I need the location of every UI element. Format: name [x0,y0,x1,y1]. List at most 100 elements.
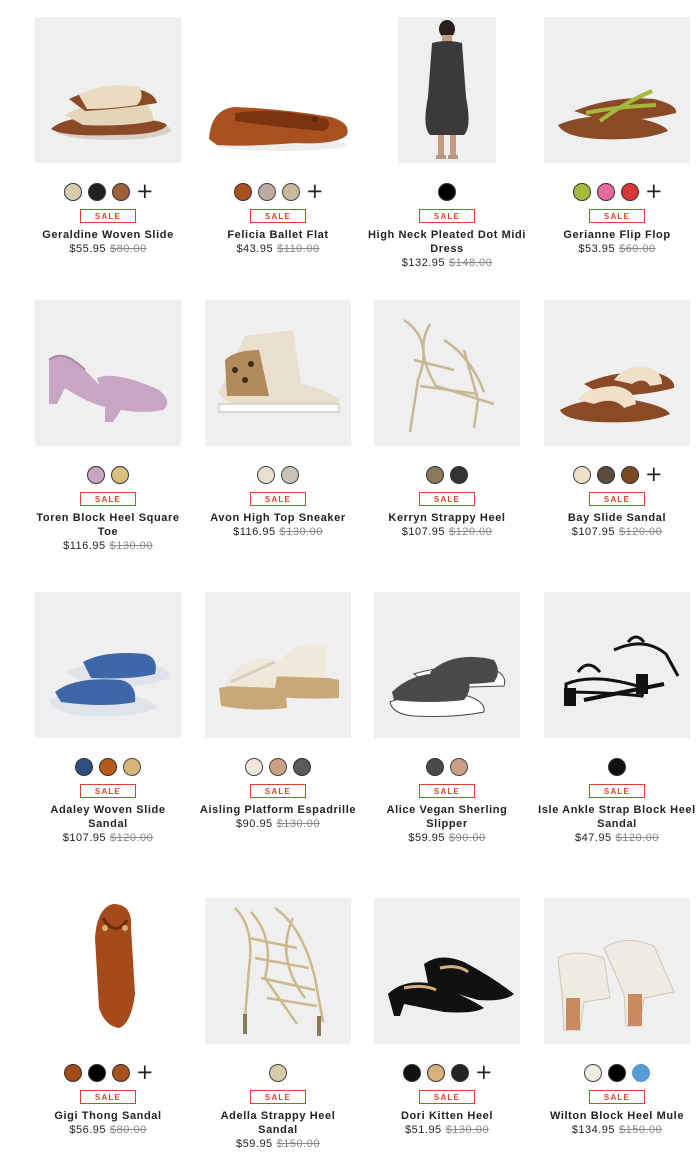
color-swatch[interactable] [111,466,129,484]
color-swatch[interactable] [64,183,82,201]
color-swatch[interactable] [112,183,130,201]
product-image[interactable] [205,898,351,1044]
product-name[interactable]: Gigi Thong Sandal [23,1109,193,1123]
color-swatch[interactable] [269,1064,287,1082]
color-swatch[interactable] [608,758,626,776]
sale-price: $107.95 [62,832,106,844]
product-image[interactable] [374,300,520,446]
product-image[interactable] [35,300,181,446]
color-swatch[interactable] [426,466,444,484]
color-swatch[interactable] [450,758,468,776]
color-swatch[interactable] [426,758,444,776]
color-swatch[interactable] [438,183,456,201]
product-name[interactable]: Felicia Ballet Flat [193,228,363,242]
product-card[interactable]: SALE High Neck Pleated Dot Midi Dress $1… [362,17,532,270]
product-card[interactable]: SALE Kerryn Strappy Heel $107.95 $120.00 [362,300,532,539]
sale-price: $47.95 [575,832,612,844]
color-swatch[interactable] [99,758,117,776]
product-image[interactable] [205,17,351,163]
product-image[interactable] [35,898,181,1044]
color-swatch[interactable] [608,1064,626,1082]
product-card[interactable]: SALE Aisling Platform Espadrille $90.95 $… [193,592,363,831]
product-name[interactable]: Avon High Top Sneaker [193,511,363,525]
color-swatch[interactable] [451,1064,469,1082]
product-card[interactable]: SALE Adaley Woven Slide Sandal $107.95 $1… [23,592,193,845]
color-swatch[interactable] [282,183,300,201]
product-card[interactable]: + SALE Geraldine Woven Slide $55.95 $80.0… [23,17,193,256]
product-card[interactable]: + SALE Felicia Ballet Flat $43.95 $110.00 [193,17,363,256]
product-name[interactable]: Adaley Woven Slide Sandal [23,803,193,831]
color-swatch[interactable] [584,1064,602,1082]
color-swatch[interactable] [245,758,263,776]
product-card[interactable]: SALE Adella Strappy Heel Sandal $59.95 $1… [193,898,363,1151]
product-image[interactable] [544,17,690,163]
product-name[interactable]: High Neck Pleated Dot Midi Dress [362,228,532,256]
color-swatch[interactable] [269,758,287,776]
product-image[interactable] [544,898,690,1044]
color-swatch[interactable] [597,466,615,484]
more-colors-icon[interactable]: + [645,464,663,485]
color-swatch[interactable] [88,183,106,201]
color-swatches [362,465,532,485]
product-card[interactable]: SALE Toren Block Heel Square Toe $116.95… [23,300,193,553]
color-swatch[interactable] [281,466,299,484]
color-swatch[interactable] [258,183,276,201]
color-swatches [532,1063,700,1083]
product-name[interactable]: Dori Kitten Heel [362,1109,532,1123]
color-swatches [193,1063,363,1083]
product-card[interactable]: + SALE Bay Slide Sandal $107.95 $120.00 [532,300,700,539]
more-colors-icon[interactable]: + [475,1062,493,1083]
more-colors-icon[interactable]: + [645,181,663,202]
color-swatch[interactable] [573,183,591,201]
sale-price: $116.95 [233,526,276,538]
color-swatch[interactable] [632,1064,650,1082]
product-image[interactable] [205,300,351,446]
product-name[interactable]: Adella Strappy Heel Sandal [193,1109,363,1137]
product-card[interactable]: + SALE Dori Kitten Heel $51.95 $130.00 [362,898,532,1137]
product-image[interactable] [374,898,520,1044]
product-card[interactable]: + SALE Gigi Thong Sandal $56.95 $80.00 [23,898,193,1137]
product-name[interactable]: Isle Ankle Strap Block Heel Sandal [532,803,700,831]
product-name[interactable]: Alice Vegan Sherling Slipper [362,803,532,831]
color-swatch[interactable] [450,466,468,484]
product-name[interactable]: Wilton Block Heel Mule [532,1109,700,1123]
product-card[interactable]: + SALE Gerianne Flip Flop $53.95 $60.00 [532,17,700,256]
color-swatch[interactable] [621,183,639,201]
product-image[interactable] [35,592,181,738]
product-image[interactable] [374,592,520,738]
color-swatch[interactable] [257,466,275,484]
product-image[interactable] [35,17,181,163]
color-swatch[interactable] [597,183,615,201]
color-swatch[interactable] [234,183,252,201]
more-colors-icon[interactable]: + [136,1062,154,1083]
product-name[interactable]: Kerryn Strappy Heel [362,511,532,525]
color-swatch[interactable] [64,1064,82,1082]
product-image[interactable] [205,592,351,738]
product-image[interactable] [544,592,690,738]
product-image[interactable] [544,300,690,446]
product-name[interactable]: Toren Block Heel Square Toe [23,511,193,539]
color-swatch[interactable] [88,1064,106,1082]
product-name[interactable]: Geraldine Woven Slide [23,228,193,242]
color-swatch[interactable] [427,1064,445,1082]
color-swatch[interactable] [573,466,591,484]
color-swatch[interactable] [403,1064,421,1082]
product-name[interactable]: Gerianne Flip Flop [532,228,700,242]
product-card[interactable]: SALE Wilton Block Heel Mule $134.95 $150.… [532,898,700,1137]
color-swatch[interactable] [87,466,105,484]
product-card[interactable]: SALE Isle Ankle Strap Block Heel Sandal … [532,592,700,845]
product-card[interactable]: SALE Avon High Top Sneaker $116.95 $130.0… [193,300,363,539]
color-swatch[interactable] [75,758,93,776]
product-name[interactable]: Aisling Platform Espadrille [193,803,363,817]
product-card[interactable]: SALE Alice Vegan Sherling Slipper $59.95… [362,592,532,845]
more-colors-icon[interactable]: + [306,181,324,202]
color-swatch[interactable] [123,758,141,776]
color-swatches [532,757,700,777]
color-swatch[interactable] [293,758,311,776]
more-colors-icon[interactable]: + [136,181,154,202]
product-name[interactable]: Bay Slide Sandal [532,511,700,525]
color-swatches: + [193,181,363,202]
color-swatch[interactable] [621,466,639,484]
color-swatch[interactable] [112,1064,130,1082]
product-image[interactable] [398,17,496,163]
